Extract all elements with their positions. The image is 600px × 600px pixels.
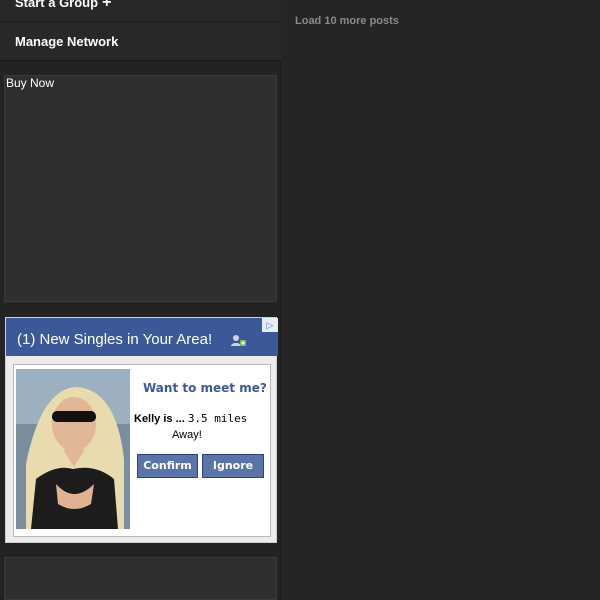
triangle-play-icon[interactable]: ▷	[262, 318, 278, 332]
start-group-label: Start a Group	[15, 0, 99, 10]
name-line: Kelly is ...	[134, 413, 185, 425]
name-distance-line: Kelly is ... 3.5 miles	[134, 412, 247, 425]
left-sidebar: Start a Group + Manage Network Buy Now (1…	[0, 0, 281, 600]
ad-placeholder: Buy Now	[4, 75, 277, 302]
away-text: Away!	[172, 429, 202, 441]
manage-network-link[interactable]: Manage Network	[0, 22, 281, 61]
manage-network-label: Manage Network	[15, 34, 119, 49]
buy-now-link[interactable]: Buy Now	[6, 76, 54, 90]
singles-ad[interactable]: (1) New Singles in Your Area! ▷ Want to …	[5, 317, 278, 543]
ad-header[interactable]: (1) New Singles in Your Area! ▷	[6, 318, 278, 356]
profile-photo-image	[16, 369, 130, 529]
load-more-posts-link[interactable]: Load 10 more posts	[295, 15, 399, 27]
ad-header-title: (1) New Singles in Your Area!	[17, 331, 213, 348]
confirm-button[interactable]: Confirm	[137, 454, 198, 478]
bottom-ad-placeholder	[4, 557, 277, 600]
distance: 3.5 miles	[187, 412, 248, 425]
friend-request-icon	[230, 333, 246, 347]
ad-question: Want to meet me?	[143, 381, 267, 395]
plus-icon: +	[102, 0, 112, 11]
profile-photo[interactable]	[16, 369, 130, 529]
ignore-button[interactable]: Ignore	[202, 454, 264, 478]
profile-card: Want to meet me? Kelly is ... 3.5 miles …	[13, 364, 271, 537]
start-group-link[interactable]: Start a Group +	[0, 0, 281, 22]
